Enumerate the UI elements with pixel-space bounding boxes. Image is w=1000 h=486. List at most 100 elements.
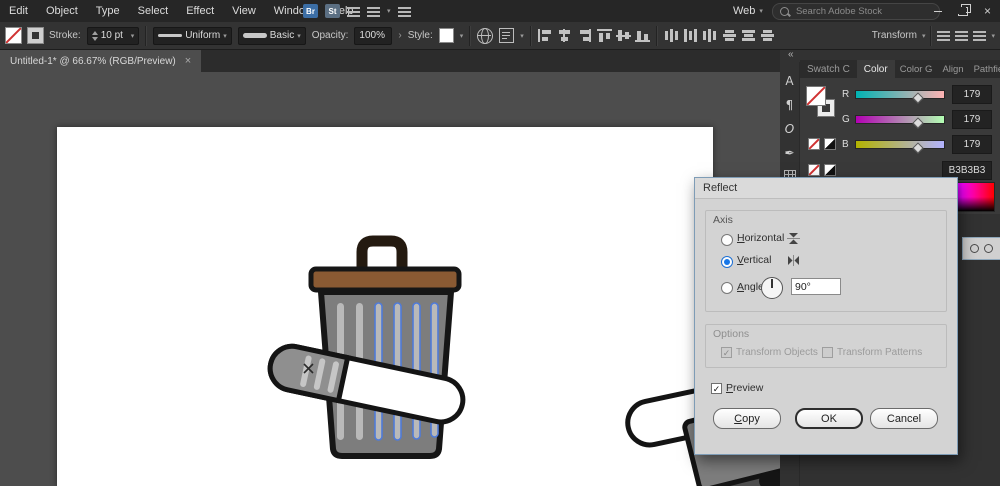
- align-bottom-icon[interactable]: [635, 29, 650, 42]
- chevron-down-icon[interactable]: ▾: [991, 32, 995, 40]
- opacity-field[interactable]: [354, 27, 392, 45]
- close-tab-icon[interactable]: ×: [185, 55, 191, 67]
- tab-pathfinder[interactable]: Pathfie: [969, 60, 1000, 78]
- distribute-left-icon[interactable]: [664, 29, 679, 42]
- panel-options-icon[interactable]: [955, 30, 968, 41]
- workspace-panels-icon[interactable]: [973, 30, 986, 41]
- stroke-swatch[interactable]: [28, 28, 43, 43]
- preview-label[interactable]: Preview: [726, 382, 763, 394]
- align-horizontal-center-icon[interactable]: [557, 29, 572, 42]
- menu-type[interactable]: Type: [87, 0, 129, 22]
- slider-thumb[interactable]: [912, 92, 923, 103]
- stroke-weight-field[interactable]: ▾: [87, 27, 140, 45]
- canvas-area[interactable]: [0, 72, 780, 486]
- menu-effect[interactable]: Effect: [177, 0, 223, 22]
- horizontal-label[interactable]: Horizontal: [737, 232, 784, 244]
- adobe-stock-search[interactable]: [772, 3, 940, 20]
- align-top-icon[interactable]: [597, 29, 612, 42]
- fill-proxy-none[interactable]: [806, 86, 826, 106]
- green-channel-label: G: [842, 114, 855, 125]
- green-channel-row: G: [842, 111, 992, 127]
- opacity-input[interactable]: [359, 30, 387, 41]
- document-layout-icon[interactable]: [367, 6, 380, 17]
- menu-object[interactable]: Object: [37, 0, 87, 22]
- chevron-down-icon[interactable]: ▾: [520, 32, 524, 40]
- red-channel-value[interactable]: [952, 85, 992, 104]
- document-setup-icon[interactable]: [499, 28, 514, 43]
- panel-menu-icon[interactable]: [937, 30, 950, 41]
- ok-button[interactable]: OK: [795, 408, 863, 429]
- align-vertical-group: [597, 29, 650, 42]
- close-button[interactable]: ×: [975, 0, 1000, 22]
- blue-channel-slider[interactable]: [855, 140, 945, 149]
- angle-radio[interactable]: [721, 282, 733, 294]
- cancel-button[interactable]: Cancel: [870, 408, 938, 429]
- none-swatch-icon[interactable]: [808, 138, 820, 150]
- tab-color[interactable]: Color: [857, 60, 895, 78]
- width-profile-dropdown[interactable]: Uniform ▾: [153, 27, 232, 45]
- brush-definition-dropdown[interactable]: Basic ▾: [238, 27, 306, 45]
- transform-patterns-checkbox[interactable]: [822, 347, 833, 358]
- horizontal-radio[interactable]: [721, 234, 733, 246]
- stroke-weight-input[interactable]: [101, 30, 128, 41]
- align-vertical-center-icon[interactable]: [616, 29, 631, 42]
- distribute-bottom-icon[interactable]: [761, 29, 776, 42]
- fill-none-swatch[interactable]: [5, 27, 22, 44]
- arrange-documents-icon[interactable]: [347, 6, 360, 17]
- menu-select[interactable]: Select: [129, 0, 178, 22]
- slider-thumb[interactable]: [912, 117, 923, 128]
- green-channel-slider[interactable]: [855, 115, 945, 124]
- red-channel-slider[interactable]: [855, 90, 945, 99]
- menu-edit[interactable]: Edit: [0, 0, 37, 22]
- slider-thumb[interactable]: [912, 142, 923, 153]
- restore-button[interactable]: [950, 0, 975, 22]
- transform-objects-checkbox[interactable]: ✓: [721, 347, 732, 358]
- angle-dial[interactable]: [761, 277, 783, 299]
- none-swatch-icon[interactable]: [808, 164, 820, 176]
- dialog-title-bar[interactable]: Reflect: [695, 178, 957, 199]
- copy-button[interactable]: Copy: [713, 408, 781, 429]
- stepper-icon[interactable]: [92, 31, 98, 41]
- vertical-radio[interactable]: [721, 256, 733, 268]
- character-panel-icon[interactable]: A: [785, 74, 793, 88]
- style-swatch[interactable]: [439, 28, 454, 43]
- black-white-swatch-icon[interactable]: [824, 138, 836, 150]
- search-input[interactable]: [794, 5, 918, 18]
- transform-group: Transform ▾ ▾: [872, 26, 995, 46]
- paragraph-panel-icon[interactable]: ¶: [786, 98, 794, 112]
- tab-color-guide[interactable]: Color G: [895, 60, 938, 78]
- transform-label[interactable]: Transform: [872, 30, 917, 41]
- opentype-panel-icon[interactable]: O: [785, 122, 794, 136]
- bridge-icon[interactable]: Br: [303, 4, 318, 18]
- chevron-down-icon[interactable]: ▾: [131, 32, 135, 40]
- tab-align[interactable]: Align: [937, 60, 968, 78]
- align-left-icon[interactable]: [538, 29, 553, 42]
- align-right-icon[interactable]: [576, 29, 591, 42]
- distribute-right-icon[interactable]: [702, 29, 717, 42]
- minimize-button[interactable]: [925, 0, 950, 22]
- red-channel-row: R: [842, 86, 992, 102]
- chevron-down-icon[interactable]: ▾: [460, 32, 464, 40]
- green-channel-value[interactable]: [952, 110, 992, 129]
- stock-icon[interactable]: St: [325, 4, 340, 18]
- preview-checkbox[interactable]: ✓: [711, 383, 722, 394]
- menu-view[interactable]: View: [223, 0, 265, 22]
- distribute-top-icon[interactable]: [723, 29, 738, 42]
- blue-channel-value[interactable]: [952, 135, 992, 154]
- distribute-vertical-center-icon[interactable]: [742, 29, 757, 42]
- brush-definition-value: Basic: [270, 30, 294, 41]
- chevron-down-icon[interactable]: ▾: [922, 32, 926, 40]
- expand-icon[interactable]: ›: [398, 30, 401, 41]
- collapse-panels-icon[interactable]: «: [788, 50, 794, 60]
- vertical-label[interactable]: Vertical: [737, 254, 771, 266]
- tab-swatches[interactable]: Swatch C: [800, 60, 857, 78]
- document-setup-globe-icon[interactable]: [477, 28, 493, 44]
- gpu-performance-icon[interactable]: [398, 6, 411, 17]
- document-tab[interactable]: Untitled-1* @ 66.67% (RGB/Preview) ×: [0, 50, 201, 72]
- distribute-horizontal-center-icon[interactable]: [683, 29, 698, 42]
- black-white-swatch-icon[interactable]: [824, 164, 836, 176]
- workspace-switcher[interactable]: Web ▾: [733, 5, 763, 17]
- panel-fragment[interactable]: [962, 237, 1000, 260]
- appearance-panel-icon[interactable]: ✒: [784, 146, 794, 160]
- angle-input[interactable]: [791, 278, 841, 295]
